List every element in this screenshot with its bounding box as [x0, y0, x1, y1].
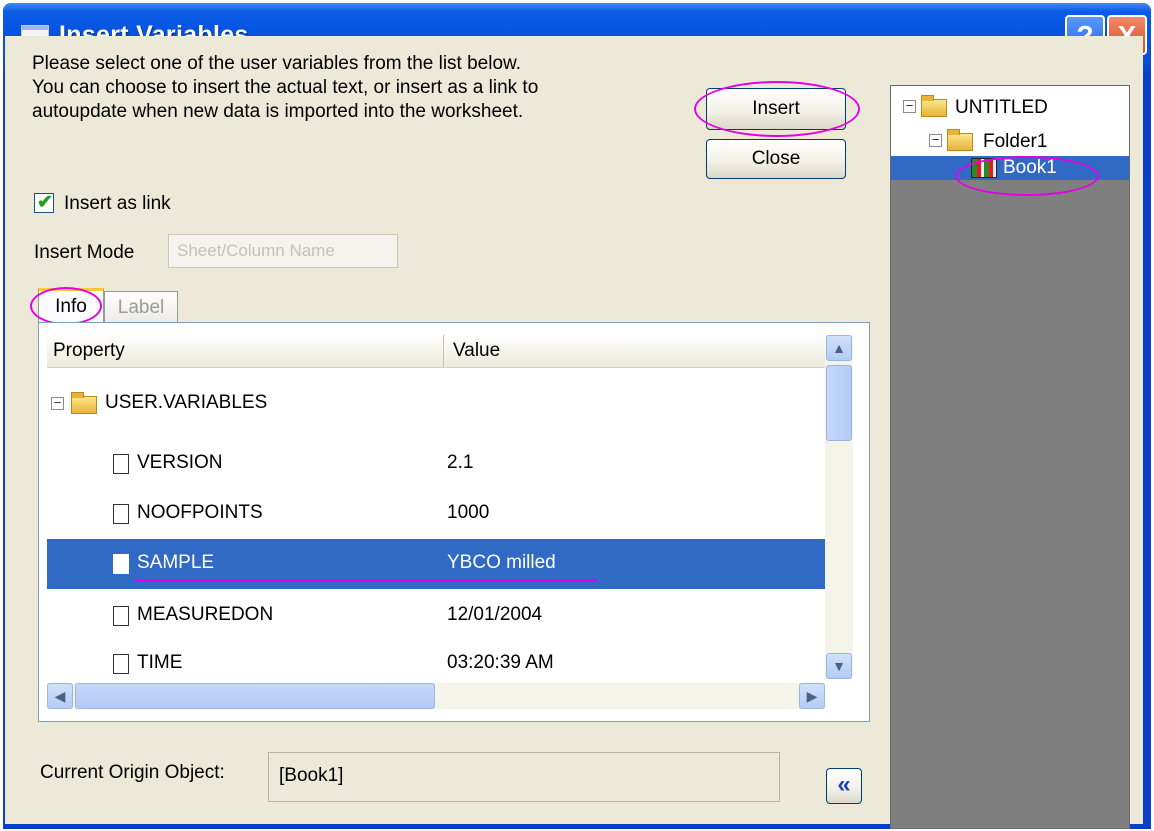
insert-mode-label: Insert Mode [34, 242, 135, 263]
group-name: USER.VARIABLES [105, 392, 268, 413]
property-value: 2.1 [447, 452, 474, 473]
property-value: 12/01/2004 [447, 604, 543, 625]
tree-book-label: Book1 [1003, 157, 1057, 178]
vertical-scroll-thumb[interactable] [826, 365, 852, 441]
insert-as-link-checkbox[interactable]: ✔ [34, 192, 54, 213]
close-button[interactable]: Close [706, 139, 846, 179]
collapse-icon[interactable]: − [929, 133, 942, 147]
table-row[interactable]: NOOFPOINTS 1000 [47, 489, 825, 539]
insert-as-link-label: Insert as link [64, 193, 171, 214]
checkmark-icon: ✔ [37, 192, 53, 213]
document-icon [113, 454, 129, 474]
folder-icon [947, 129, 973, 151]
scroll-left-icon[interactable]: ◀ [47, 683, 73, 709]
current-object-value: [Book1] [279, 765, 344, 786]
intro-line-1: Please select one of the user variables … [32, 53, 521, 74]
tree-item-selected[interactable]: Book1 [891, 156, 1129, 180]
grid-header: Property Value [47, 335, 825, 368]
document-icon [113, 654, 129, 674]
document-icon [113, 504, 129, 524]
project-tree: − UNTITLED − Folder1 Book1 [891, 86, 1129, 180]
property-name: VERSION [137, 452, 223, 473]
project-tree-panel: − UNTITLED − Folder1 Book1 [890, 85, 1130, 829]
document-icon [113, 606, 129, 626]
selection-underline [135, 579, 597, 582]
property-name: MEASUREDON [137, 604, 274, 625]
insert-mode-select[interactable]: Sheet/Column Name [168, 234, 398, 268]
tab-info[interactable]: Info [38, 288, 104, 322]
property-value: 1000 [447, 502, 490, 523]
column-header-property[interactable]: Property [53, 340, 125, 362]
intro-line-2: You can choose to insert the actual text… [32, 77, 539, 98]
workbook-icon [971, 158, 997, 178]
collapse-panel-button[interactable]: « [826, 768, 862, 804]
folder-icon [71, 392, 97, 414]
collapse-icon[interactable]: − [51, 396, 64, 410]
scroll-up-icon[interactable]: ▲ [826, 335, 852, 361]
column-header-value[interactable]: Value [453, 340, 500, 362]
table-row[interactable]: TIME 03:20:39 AM [47, 639, 825, 679]
vertical-scrollbar[interactable]: ▲ ▼ [825, 335, 853, 679]
property-name: TIME [137, 652, 183, 673]
group-row[interactable]: − USER.VARIABLES [47, 379, 825, 429]
property-name: NOOFPOINTS [137, 502, 263, 523]
horizontal-scrollbar[interactable]: ◀ ▶ [47, 683, 825, 709]
scroll-right-icon[interactable]: ▶ [799, 683, 825, 709]
table-row[interactable]: MEASUREDON 12/01/2004 [47, 591, 825, 641]
scroll-down-icon[interactable]: ▼ [826, 653, 852, 679]
tab-label[interactable]: Label [104, 291, 178, 322]
intro-text: Please select one of the user variables … [32, 52, 672, 124]
current-object-field: [Book1] [268, 752, 780, 802]
property-grid: Property Value − USER.VARIABLES VERSION … [38, 322, 870, 722]
horizontal-scroll-thumb[interactable] [75, 683, 435, 709]
folder-icon [921, 95, 947, 117]
collapse-icon[interactable]: − [903, 99, 916, 113]
insert-button[interactable]: Insert [706, 88, 846, 130]
table-row[interactable]: VERSION 2.1 [47, 439, 825, 489]
current-object-label: Current Origin Object: [40, 762, 225, 783]
table-row-selected[interactable]: SAMPLE YBCO milled [47, 539, 825, 589]
tree-folder-label[interactable]: Folder1 [983, 131, 1047, 153]
tree-root-label[interactable]: UNTITLED [955, 97, 1048, 119]
column-divider [443, 335, 444, 367]
property-value: YBCO milled [447, 552, 556, 573]
intro-line-3: autoupdate when new data is imported int… [32, 101, 524, 122]
property-name: SAMPLE [137, 552, 215, 573]
property-value: 03:20:39 AM [447, 652, 554, 673]
document-icon [113, 554, 129, 574]
